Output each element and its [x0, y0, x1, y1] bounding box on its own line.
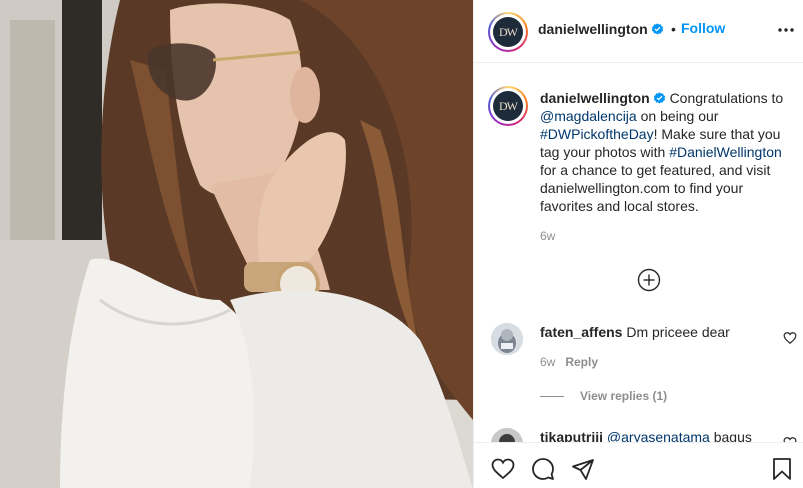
commenter-avatar[interactable] — [491, 323, 523, 355]
author-avatar[interactable]: DW — [488, 12, 528, 52]
header-separator: • — [671, 21, 676, 37]
more-options-icon[interactable] — [776, 22, 796, 38]
comment-body: Dm priceee dear — [626, 324, 730, 340]
commenter-avatar[interactable] — [491, 428, 523, 442]
post-caption: danielwellington Congratulations to @mag… — [540, 89, 798, 215]
author-avatar-logo: DW — [493, 17, 523, 47]
comment-username[interactable]: tikaputriii — [540, 429, 603, 442]
comment-meta: 6w Reply — [540, 355, 598, 369]
caption-hashtag-pick[interactable]: #DWPickoftheDay — [540, 126, 654, 142]
post-details-panel: DW danielwellington • Follow DW danielwe… — [473, 0, 803, 488]
verified-badge-icon — [651, 23, 663, 35]
plus-circle-icon[interactable] — [637, 268, 661, 292]
caption-hashtag-brand[interactable]: #DanielWellington — [669, 144, 782, 160]
caption-text-4: for a chance to get featured, and visit … — [540, 162, 771, 214]
caption-username[interactable]: danielwellington — [540, 90, 650, 106]
caption-author-avatar[interactable]: DW — [488, 86, 528, 126]
comment-timestamp: 6w — [540, 355, 556, 369]
comment-heart-icon[interactable] — [783, 331, 797, 345]
author-username[interactable]: danielwellington — [538, 21, 648, 37]
caption-timestamp: 6w — [540, 229, 556, 243]
follow-button[interactable]: Follow — [681, 20, 725, 36]
bookmark-icon[interactable] — [770, 457, 794, 481]
reply-button[interactable]: Reply — [565, 355, 598, 369]
post-photo[interactable] — [0, 0, 473, 488]
view-replies-label: View replies (1) — [580, 389, 668, 403]
comment-username[interactable]: faten_affens — [540, 324, 622, 340]
verified-badge-icon — [653, 92, 665, 104]
caption-text-1: Congratulations to — [669, 90, 784, 106]
comment-icon[interactable] — [530, 457, 556, 481]
caption-text-2: on being our — [640, 108, 719, 124]
commenter-avatar-image — [491, 323, 523, 355]
comment-item: faten_affens Dm priceee dear — [540, 323, 730, 341]
post-action-bar — [474, 442, 803, 488]
comment-mention[interactable]: @aryasenatama — [607, 429, 710, 442]
comment-item: tikaputriii @aryasenatama bagus — [474, 418, 803, 442]
caption-mention[interactable]: @magdalencija — [540, 108, 637, 124]
post-image — [0, 0, 473, 488]
heart-icon[interactable] — [490, 457, 516, 481]
share-icon[interactable] — [570, 457, 596, 481]
commenter-avatar-image — [491, 428, 523, 442]
comment-body: bagus — [713, 429, 752, 442]
post-header: DW danielwellington • Follow — [474, 0, 803, 63]
view-replies-button[interactable]: View replies (1) — [540, 389, 667, 403]
caption-avatar-logo: DW — [493, 91, 523, 121]
replies-divider — [540, 396, 564, 398]
